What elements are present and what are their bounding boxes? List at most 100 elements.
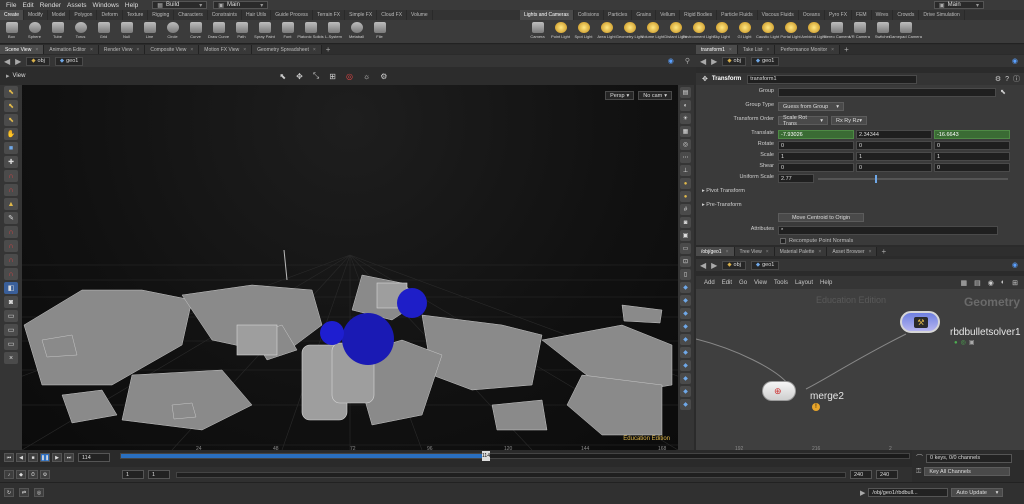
lighting-icon[interactable]: ☀ xyxy=(680,113,691,124)
display-icon[interactable]: ▭ xyxy=(4,310,18,322)
tool-file[interactable]: File xyxy=(368,20,391,39)
shelf-tab[interactable]: Hair Utils xyxy=(242,10,272,20)
menu-assets[interactable]: Assets xyxy=(67,2,87,9)
shelf-tab[interactable]: Texture xyxy=(123,10,149,20)
pause-icon[interactable]: ❚❚ xyxy=(40,453,50,462)
timeline-cursor[interactable]: 114 xyxy=(482,451,490,461)
guide-icon[interactable]: ◆ xyxy=(680,308,691,319)
shelf-tab[interactable]: Particle Fluids xyxy=(717,10,758,20)
uniform-scale-slider[interactable] xyxy=(818,175,1008,183)
magnet-icon[interactable]: ∩ xyxy=(4,240,18,252)
merge-node[interactable]: ⊕ xyxy=(762,381,796,401)
scene-viewport[interactable]: Persp ▾ No cam ▾ Education Edition xyxy=(22,85,678,450)
current-frame-field[interactable]: 114 xyxy=(78,453,110,462)
rbdbulletsolver-node[interactable]: ⚒ xyxy=(900,311,940,333)
close-icon[interactable]: × xyxy=(726,249,729,255)
menu-render[interactable]: Render xyxy=(40,2,61,9)
back-arrow-icon[interactable]: ◀ xyxy=(700,261,706,270)
tab-composite-view[interactable]: Composite View × xyxy=(145,45,200,54)
xform-order-menu[interactable]: Scale Rot Trans ▾ xyxy=(778,115,828,127)
tool-area-light[interactable]: Area Light xyxy=(595,20,618,39)
breadcrumb-geo1[interactable]: ◆ geo1 xyxy=(54,56,84,66)
normals-icon[interactable]: ⊥ xyxy=(680,165,691,176)
shear-y-field[interactable]: 0 xyxy=(856,163,932,172)
tool-volume-light[interactable]: Volume Light xyxy=(641,20,664,39)
guide-icon[interactable]: ◆ xyxy=(680,347,691,358)
tool-spot-light[interactable]: Spot Light xyxy=(572,20,595,39)
translate-z-field[interactable]: -16.6643 xyxy=(934,130,1010,139)
rot-order-menu[interactable]: Rx Ry Rz ▾ xyxy=(831,116,867,125)
stop-icon[interactable]: ■ xyxy=(28,453,38,462)
group-field[interactable] xyxy=(778,88,996,97)
tool-platonic[interactable]: Platonic Solids xyxy=(297,20,324,39)
close-icon[interactable]: × xyxy=(190,47,193,53)
close-icon[interactable]: × xyxy=(313,47,316,53)
breadcrumb-obj[interactable]: ◆ obj xyxy=(26,56,50,66)
shelf-tab[interactable]: Deform xyxy=(97,10,123,20)
shelf-tab[interactable]: Particles xyxy=(604,10,633,20)
bounce-icon[interactable]: ⇄ xyxy=(19,488,29,497)
tool-stereo-camera[interactable]: Stereo Camera xyxy=(823,20,850,39)
link-icon[interactable]: ◉ xyxy=(668,57,674,65)
close-icon[interactable]: × xyxy=(729,47,732,53)
list-view-icon[interactable]: ▦ xyxy=(961,279,968,287)
right-desktop-dropdown[interactable]: ▣ Main ▾ xyxy=(934,1,984,9)
shading-icon[interactable]: ◐ xyxy=(680,100,691,111)
tool-metaball[interactable]: Metaball xyxy=(345,20,368,39)
shelf-tab[interactable]: Constraints xyxy=(208,10,242,20)
wireframe-icon[interactable]: ▦ xyxy=(680,126,691,137)
tool-tube[interactable]: Tube xyxy=(46,20,69,39)
net-menu-help[interactable]: Help xyxy=(820,280,832,286)
start-frame-field[interactable]: 1 xyxy=(122,470,144,479)
magnet-icon[interactable]: ∩ xyxy=(4,184,18,196)
select-points-icon[interactable]: ⬉ xyxy=(4,114,18,126)
close-icon[interactable]: × xyxy=(136,47,139,53)
tool-environment-light[interactable]: Environment Light xyxy=(682,20,715,39)
shelf-tab[interactable]: Oceans xyxy=(799,10,825,20)
record-icon[interactable]: ◎ xyxy=(346,72,353,81)
shelf-tab[interactable]: Viscous Fluids xyxy=(758,10,799,20)
tool-lsystem[interactable]: L-System xyxy=(322,20,345,39)
magnet-icon[interactable]: ∩ xyxy=(4,254,18,266)
snap-icon[interactable]: ⊞ xyxy=(1012,279,1018,287)
tool-sphere[interactable]: Sphere xyxy=(23,20,46,39)
tool-font[interactable]: Font xyxy=(276,20,299,39)
goto-end-icon[interactable]: ⏭ xyxy=(64,453,74,462)
key-icon[interactable]: ⚿ xyxy=(916,468,921,476)
color-icon[interactable]: ◐ xyxy=(1001,279,1005,286)
scale-x-field[interactable]: 1 xyxy=(778,152,854,161)
shelf-tab[interactable]: Guide Process xyxy=(271,10,314,20)
magnet-icon[interactable]: ∩ xyxy=(4,170,18,182)
net-menu-view[interactable]: View xyxy=(754,280,767,286)
shear-x-field[interactable]: 0 xyxy=(778,163,854,172)
rig-icon[interactable]: ▲ xyxy=(4,198,18,210)
breadcrumb-geo1[interactable]: ◆ geo1 xyxy=(750,56,780,66)
build-dropdown[interactable]: ▦ Build ▾ xyxy=(152,1,208,9)
tool-point-light[interactable]: Point Light xyxy=(549,20,572,39)
tool-curve[interactable]: Curve xyxy=(184,20,207,39)
link-icon[interactable]: ◉ xyxy=(1012,57,1018,65)
dot-icon[interactable]: ◉ xyxy=(988,279,994,287)
tab-asset-browser[interactable]: Asset Browser × xyxy=(827,247,878,256)
shelf-tab[interactable]: Polygon xyxy=(70,10,98,20)
net-menu-tools[interactable]: Tools xyxy=(774,280,788,286)
net-menu-layout[interactable]: Layout xyxy=(795,280,813,286)
guide-icon[interactable]: ◆ xyxy=(680,373,691,384)
close-icon[interactable]: × xyxy=(869,249,872,255)
shelf-tab[interactable]: Rigging xyxy=(148,10,175,20)
guide-icon[interactable]: ◆ xyxy=(680,399,691,410)
tool-spray-paint[interactable]: Spray Paint xyxy=(253,20,276,39)
shelf-tab[interactable]: Collisions xyxy=(574,10,605,20)
select-arrow-icon[interactable]: ⬉ xyxy=(279,72,286,81)
select-tool-icon[interactable]: ⬉ xyxy=(4,86,18,98)
pretransform-section[interactable]: ▸ Pre-Transform xyxy=(702,202,742,208)
shelf-tab[interactable]: Cloud FX xyxy=(377,10,408,20)
uniform-scale-field[interactable]: 2.77 xyxy=(778,174,814,183)
tab-animation-editor[interactable]: Animation Editor × xyxy=(44,45,99,54)
end-frame-field[interactable]: 240 xyxy=(850,470,872,479)
ghost-icon[interactable]: ◎ xyxy=(680,139,691,150)
pin-icon[interactable]: ⚲ xyxy=(685,57,690,65)
brush-icon[interactable]: ✎ xyxy=(4,212,18,224)
checkbox[interactable] xyxy=(780,238,786,244)
tool-ambient-light[interactable]: Ambient Light xyxy=(801,20,826,39)
